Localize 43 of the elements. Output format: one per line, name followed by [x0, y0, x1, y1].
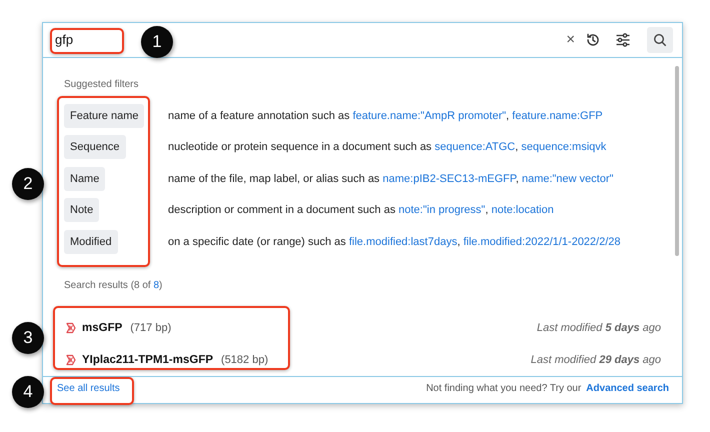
example-link[interactable]: name:"new vector"	[522, 172, 614, 185]
search-button[interactable]	[647, 26, 673, 53]
example-link[interactable]: file.modified:2022/1/1-2022/2/28	[463, 236, 621, 248]
example-link[interactable]: note:location	[491, 204, 554, 216]
modified-text: Last modified 29 days ago	[530, 354, 661, 366]
advanced-search-link[interactable]: Advanced search	[586, 383, 669, 394]
example-link[interactable]: file.modified:last7days	[348, 236, 458, 248]
filter-description: nucleotide or protein sequence in a document such as sequence:ATGC, sequence:msiqvk	[168, 141, 606, 154]
sliders-icon[interactable]	[615, 32, 631, 48]
filter-description: on a specific date (or range) such as file.modified:last7days, file.modified:2022/1/1-2022/2/28	[168, 236, 621, 248]
filter-chip[interactable]: Feature name	[64, 104, 144, 128]
filter-description: description or comment in a document such as note:"in progress", note:location	[168, 204, 554, 216]
help-text: Not finding what you need? Try our	[426, 383, 582, 394]
filter-chip[interactable]: Name	[64, 166, 106, 191]
filter-chip[interactable]: Sequence	[64, 135, 126, 160]
filter-description: name of the file, map label, or alias such as name:pIB2-SEC13-mEGFP, name:"new vector"	[168, 172, 614, 185]
history-icon[interactable]	[585, 32, 601, 48]
result-name[interactable]: YIplac211-TPM1-msGFP	[82, 354, 214, 366]
scrollbar[interactable]	[675, 66, 679, 256]
count-link[interactable]: 8	[153, 280, 160, 291]
filter-chip[interactable]: Note	[64, 198, 100, 222]
result-size: (5182 bp)	[221, 354, 270, 366]
clear-button[interactable]: ×	[566, 31, 575, 48]
sequence-icon	[64, 354, 76, 366]
step-number: 2	[12, 168, 44, 200]
example-link[interactable]: feature.name:GFP	[512, 110, 603, 122]
step-number: 3	[12, 322, 44, 354]
modified-text: Last modified 5 days ago	[536, 322, 661, 334]
see-all-link[interactable]: See all results	[57, 383, 120, 394]
result-size: (717 bp)	[130, 322, 172, 334]
example-link[interactable]: sequence:msiqvk	[521, 141, 606, 154]
section-heading: Search results (8 of 8)	[64, 280, 164, 291]
sequence-icon	[64, 322, 76, 334]
example-link[interactable]: feature.name:"AmpR promoter"	[352, 110, 506, 122]
result-name[interactable]: msGFP	[82, 322, 122, 334]
step-number: 4	[12, 376, 44, 408]
filter-description: name of a feature annotation such as feature.name:"AmpR promoter", feature.name:GFP	[168, 110, 603, 122]
example-link[interactable]: name:pIB2-SEC13-mEGFP	[382, 172, 516, 185]
example-link[interactable]: note:"in progress"	[398, 204, 486, 216]
filter-chip[interactable]: Modified	[64, 230, 118, 254]
example-link[interactable]: sequence:ATGC	[434, 141, 516, 154]
section-heading: Suggested filters	[64, 78, 140, 90]
search-icon	[653, 32, 667, 47]
